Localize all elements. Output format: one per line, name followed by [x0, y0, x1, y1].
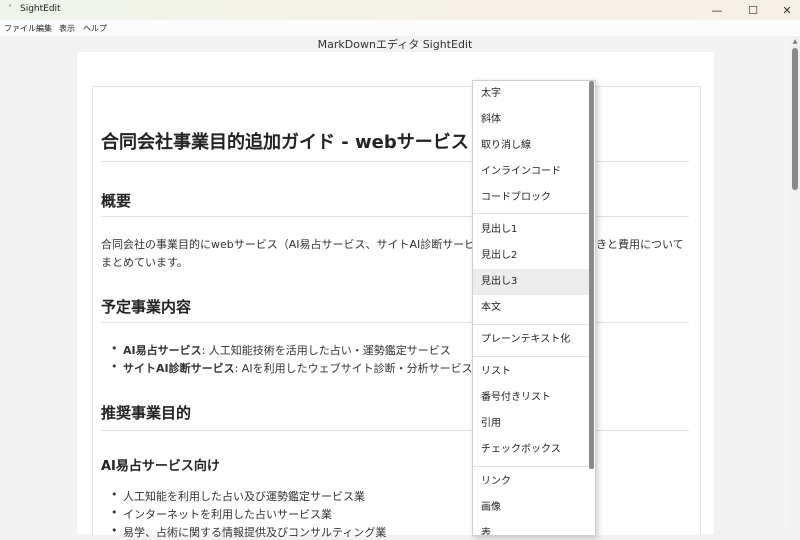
- overview-text-line2: まとめています。: [101, 256, 188, 269]
- menu-item-code-block[interactable]: コードブロック: [473, 185, 589, 211]
- list-item: サイトAI診断サービス: AIを利用したウェブサイト診断・分析サービス: [111, 360, 473, 376]
- menu-bar: ファイル 編集 表示 ヘルプ: [0, 20, 800, 36]
- list-item-bold: AI易占サービス: [123, 344, 202, 357]
- menu-item-numbered-list[interactable]: 番号付きリスト: [473, 385, 589, 411]
- scroll-up-arrow-icon[interactable]: ▲: [790, 38, 800, 46]
- menu-item-quote[interactable]: 引用: [473, 411, 589, 437]
- overview-text-line1: 合同会社の事業目的にwebサービス（AI易占サービス、サイトAI診断サービス: [101, 238, 487, 251]
- divider: [101, 322, 689, 323]
- list-item: インターネットを利用した占いサービス業: [111, 506, 332, 522]
- menu-separator: [473, 324, 589, 325]
- minimize-button[interactable]: —: [700, 0, 734, 20]
- title-bar: ˅ SightEdit — ☐ ✕: [0, 0, 800, 21]
- menu-item-body-text[interactable]: 本文: [473, 295, 589, 321]
- menu-item-bold[interactable]: 太字: [473, 81, 589, 107]
- close-button[interactable]: ✕: [770, 0, 800, 20]
- overview-text-line1-tail: きと費用について: [596, 238, 684, 251]
- divider: [101, 216, 689, 217]
- menu-item-list[interactable]: リスト: [473, 359, 589, 385]
- menu-view[interactable]: 表示: [59, 23, 75, 34]
- list-item-text: : 人工知能技術を活用した占い・運勢鑑定サービス: [201, 344, 451, 357]
- heading-1: 合同会社事業目的追加ガイド - webサービス: [101, 132, 469, 153]
- recommended-heading: 推奨事業目的: [101, 404, 192, 422]
- scrollbar-thumb[interactable]: [792, 48, 798, 190]
- menu-item-heading-1[interactable]: 見出し1: [473, 217, 589, 243]
- context-menu-scrollbar[interactable]: [589, 81, 594, 469]
- ai-heading: AI易占サービス向け: [101, 459, 220, 474]
- menu-edit[interactable]: 編集: [36, 23, 52, 34]
- minimize-icon: —: [711, 3, 723, 17]
- menu-item-checkbox[interactable]: チェックボックス: [473, 437, 589, 463]
- menu-separator: [473, 213, 589, 214]
- menu-item-inline-code[interactable]: インラインコード: [473, 159, 589, 185]
- window-title: SightEdit: [20, 4, 61, 14]
- menu-item-plain-text[interactable]: プレーンテキスト化: [473, 327, 589, 353]
- divider: [101, 430, 689, 431]
- list-item: 人工知能を利用した占い及び運勢鑑定サービス業: [111, 488, 365, 504]
- menu-separator: [473, 466, 589, 467]
- document-title: MarkDownエディタ SightEdit: [317, 38, 473, 51]
- list-item: AI易占サービス: 人工知能技術を活用した占い・運勢鑑定サービス: [111, 342, 451, 358]
- menu-item-strikethrough[interactable]: 取り消し線: [473, 133, 589, 159]
- menu-item-heading-2[interactable]: 見出し2: [473, 243, 589, 269]
- menu-help[interactable]: ヘルプ: [83, 23, 107, 34]
- menu-item-link[interactable]: リンク: [473, 469, 589, 495]
- overview-heading: 概要: [101, 192, 132, 210]
- maximize-button[interactable]: ☐: [736, 0, 770, 20]
- menu-item-italic[interactable]: 斜体: [473, 107, 589, 133]
- list-item-bold: サイトAI診断サービス: [123, 362, 235, 375]
- app-menu-chevron-icon[interactable]: ˅: [8, 4, 12, 13]
- divider: [101, 161, 689, 162]
- close-icon: ✕: [782, 3, 792, 17]
- menu-item-heading-3[interactable]: 見出し3: [473, 269, 589, 295]
- menu-item-image[interactable]: 画像: [473, 495, 589, 521]
- maximize-icon: ☐: [748, 3, 758, 17]
- list-item-text: : AIを利用したウェブサイト診断・分析サービス: [234, 362, 473, 375]
- menu-file[interactable]: ファイル: [4, 23, 36, 34]
- list-item: 易学、占術に関する情報提供及びコンサルティング業: [111, 524, 386, 540]
- planned-heading: 予定事業内容: [101, 298, 192, 316]
- menu-separator: [473, 356, 589, 357]
- context-menu: 太字 斜体 取り消し線 インラインコード コードブロック 見出し1 見出し2 見…: [472, 80, 596, 536]
